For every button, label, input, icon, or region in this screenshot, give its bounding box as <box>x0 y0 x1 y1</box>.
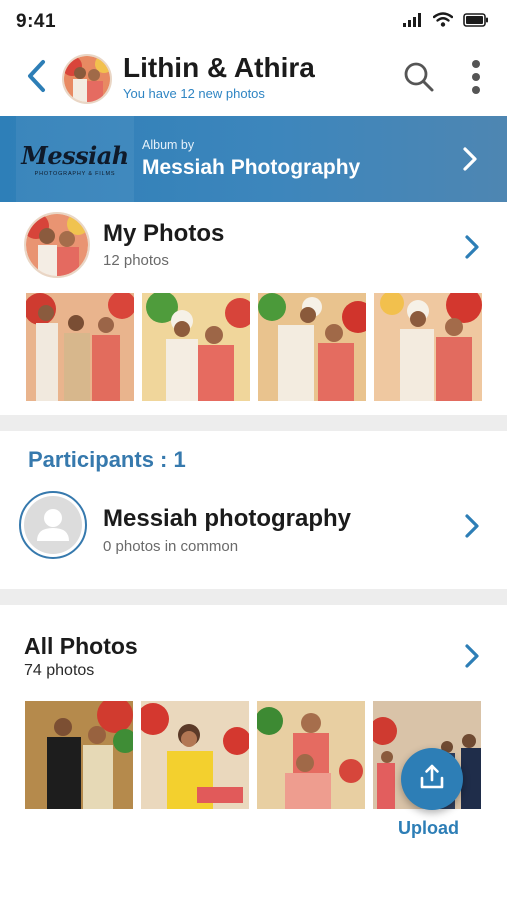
all-photos-count: 74 photos <box>24 662 95 679</box>
my-photos-avatar[interactable] <box>24 212 90 278</box>
logo-tagline: PHOTOGRAPHY & FILMS <box>34 171 116 177</box>
photo-thumbnail[interactable] <box>374 293 482 401</box>
battery-icon <box>463 12 489 32</box>
photo-thumbnail[interactable] <box>142 293 250 401</box>
status-icons <box>403 12 489 32</box>
more-options-button[interactable] <box>462 58 490 100</box>
album-by-banner[interactable]: Messiah PHOTOGRAPHY & FILMS Album by Mes… <box>0 116 507 202</box>
back-arrow-icon <box>25 59 47 98</box>
status-time: 9:41 <box>16 11 57 32</box>
logo-wordmark: Messiah <box>21 141 129 170</box>
participant-common-photos: 0 photos in common <box>103 538 239 555</box>
my-photos-title: My Photos <box>103 220 225 247</box>
all-photos-title: All Photos <box>24 633 138 659</box>
chevron-right-icon <box>464 513 480 544</box>
chevron-right-icon <box>464 234 480 265</box>
search-button[interactable] <box>398 58 440 100</box>
my-photos-section: My Photos 12 photos <box>0 202 507 415</box>
participants-section: Participants : 1 Messiah photography 0 p… <box>0 431 507 589</box>
all-photos-open-button[interactable] <box>458 641 486 675</box>
photographer-logo: Messiah PHOTOGRAPHY & FILMS <box>16 116 134 202</box>
wifi-icon <box>432 12 454 32</box>
upload-icon <box>418 763 446 796</box>
photo-thumbnail[interactable] <box>141 701 249 809</box>
more-vertical-icon <box>471 59 481 100</box>
banner-chevron-right-icon <box>456 143 484 175</box>
photo-thumbnail[interactable] <box>257 701 365 809</box>
section-divider <box>0 415 507 431</box>
my-photos-count: 12 photos <box>103 252 169 269</box>
cellular-signal-icon <box>403 12 423 32</box>
participant-open-button[interactable] <box>458 511 486 545</box>
photographer-name: Messiah Photography <box>142 156 361 179</box>
album-by-label: Album by <box>142 138 195 152</box>
my-photos-open-button[interactable] <box>458 232 486 266</box>
status-bar: 9:41 <box>0 0 507 44</box>
participant-avatar[interactable] <box>19 491 87 559</box>
upload-label[interactable]: Upload <box>398 818 459 839</box>
album-title: Lithin & Athira <box>123 52 315 83</box>
album-header: Lithin & Athira You have 12 new photos <box>0 44 507 114</box>
upload-button[interactable] <box>401 748 463 810</box>
couple-avatar[interactable] <box>62 54 112 104</box>
back-button[interactable] <box>18 56 54 100</box>
participants-heading: Participants : 1 <box>28 447 186 472</box>
search-icon <box>403 61 435 98</box>
my-photos-thumbnails <box>26 293 486 401</box>
photo-thumbnail[interactable] <box>26 293 134 401</box>
chevron-right-icon <box>464 643 480 674</box>
new-photos-notice[interactable]: You have 12 new photos <box>123 86 265 101</box>
participant-name[interactable]: Messiah photography <box>103 505 351 533</box>
photo-thumbnail[interactable] <box>258 293 366 401</box>
photo-thumbnail[interactable] <box>25 701 133 809</box>
user-placeholder-icon <box>24 496 82 554</box>
